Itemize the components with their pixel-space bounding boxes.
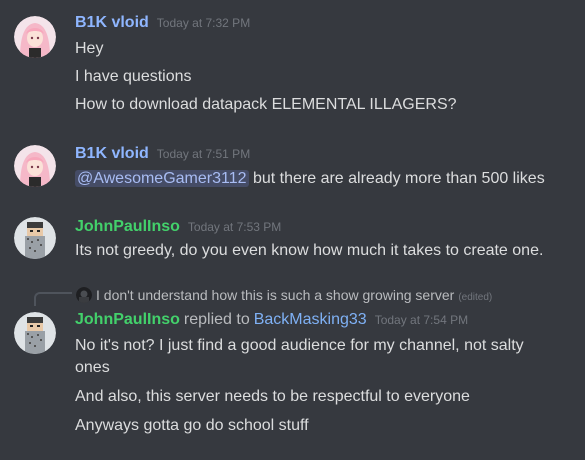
- minecraft-skin-avatar-icon[interactable]: [14, 312, 56, 354]
- reply-connector: [34, 292, 72, 306]
- author-name[interactable]: B1K vloid: [75, 14, 149, 31]
- message-header: JohnPaulInso replied to BackMasking33 Today…: [75, 311, 468, 329]
- minecraft-skin-avatar-icon[interactable]: [14, 217, 56, 259]
- chat-log: B1K vloid Today at 7:32 PM Hey I have que…: [0, 0, 585, 460]
- replied-to-label: replied to: [183, 311, 250, 328]
- message-header: JohnPaulInso Today at 7:53 PM: [75, 218, 281, 236]
- message-text-after-mention: but there are already more than 500 like…: [248, 170, 545, 187]
- message-text: Anyways gotta go do school stuff: [75, 417, 309, 434]
- message-header: B1K vloid Today at 7:32 PM: [75, 14, 250, 32]
- message-text: And also, this server needs to be respec…: [75, 388, 470, 405]
- message-text: Hey: [75, 40, 104, 57]
- message-header: B1K vloid Today at 7:51 PM: [75, 145, 250, 163]
- timestamp: Today at 7:51 PM: [156, 147, 251, 161]
- message-text: How to download datapack ELEMENTAL ILLAG…: [75, 96, 457, 113]
- author-name[interactable]: JohnPaulInso: [75, 218, 180, 235]
- message-text: No it's not? I just find a good audience…: [75, 337, 524, 354]
- anime-girl-avatar-icon[interactable]: [14, 145, 56, 187]
- timestamp: Today at 7:53 PM: [187, 220, 282, 234]
- author-name[interactable]: B1K vloid: [75, 145, 149, 162]
- reply-context[interactable]: I don't understand how this is such a sh…: [76, 287, 492, 303]
- reply-context-text: I don't understand how this is such a sh…: [96, 287, 455, 303]
- anime-girl-avatar-icon[interactable]: [14, 16, 56, 58]
- message-text: @AwesomeGamer3112 but there are already …: [75, 168, 545, 190]
- message-text: I have questions: [75, 68, 192, 85]
- author-name[interactable]: JohnPaulInso: [75, 311, 180, 328]
- message-text: ones: [75, 359, 110, 376]
- timestamp: Today at 7:54 PM: [374, 313, 469, 327]
- dark-mini-avatar-icon: [76, 287, 92, 303]
- timestamp: Today at 7:32 PM: [156, 16, 251, 30]
- edited-label: (edited): [458, 292, 493, 303]
- user-mention[interactable]: @AwesomeGamer3112: [75, 170, 249, 187]
- message-text: Its not greedy, do you even know how muc…: [75, 242, 544, 259]
- reply-target-name[interactable]: BackMasking33: [254, 311, 367, 328]
